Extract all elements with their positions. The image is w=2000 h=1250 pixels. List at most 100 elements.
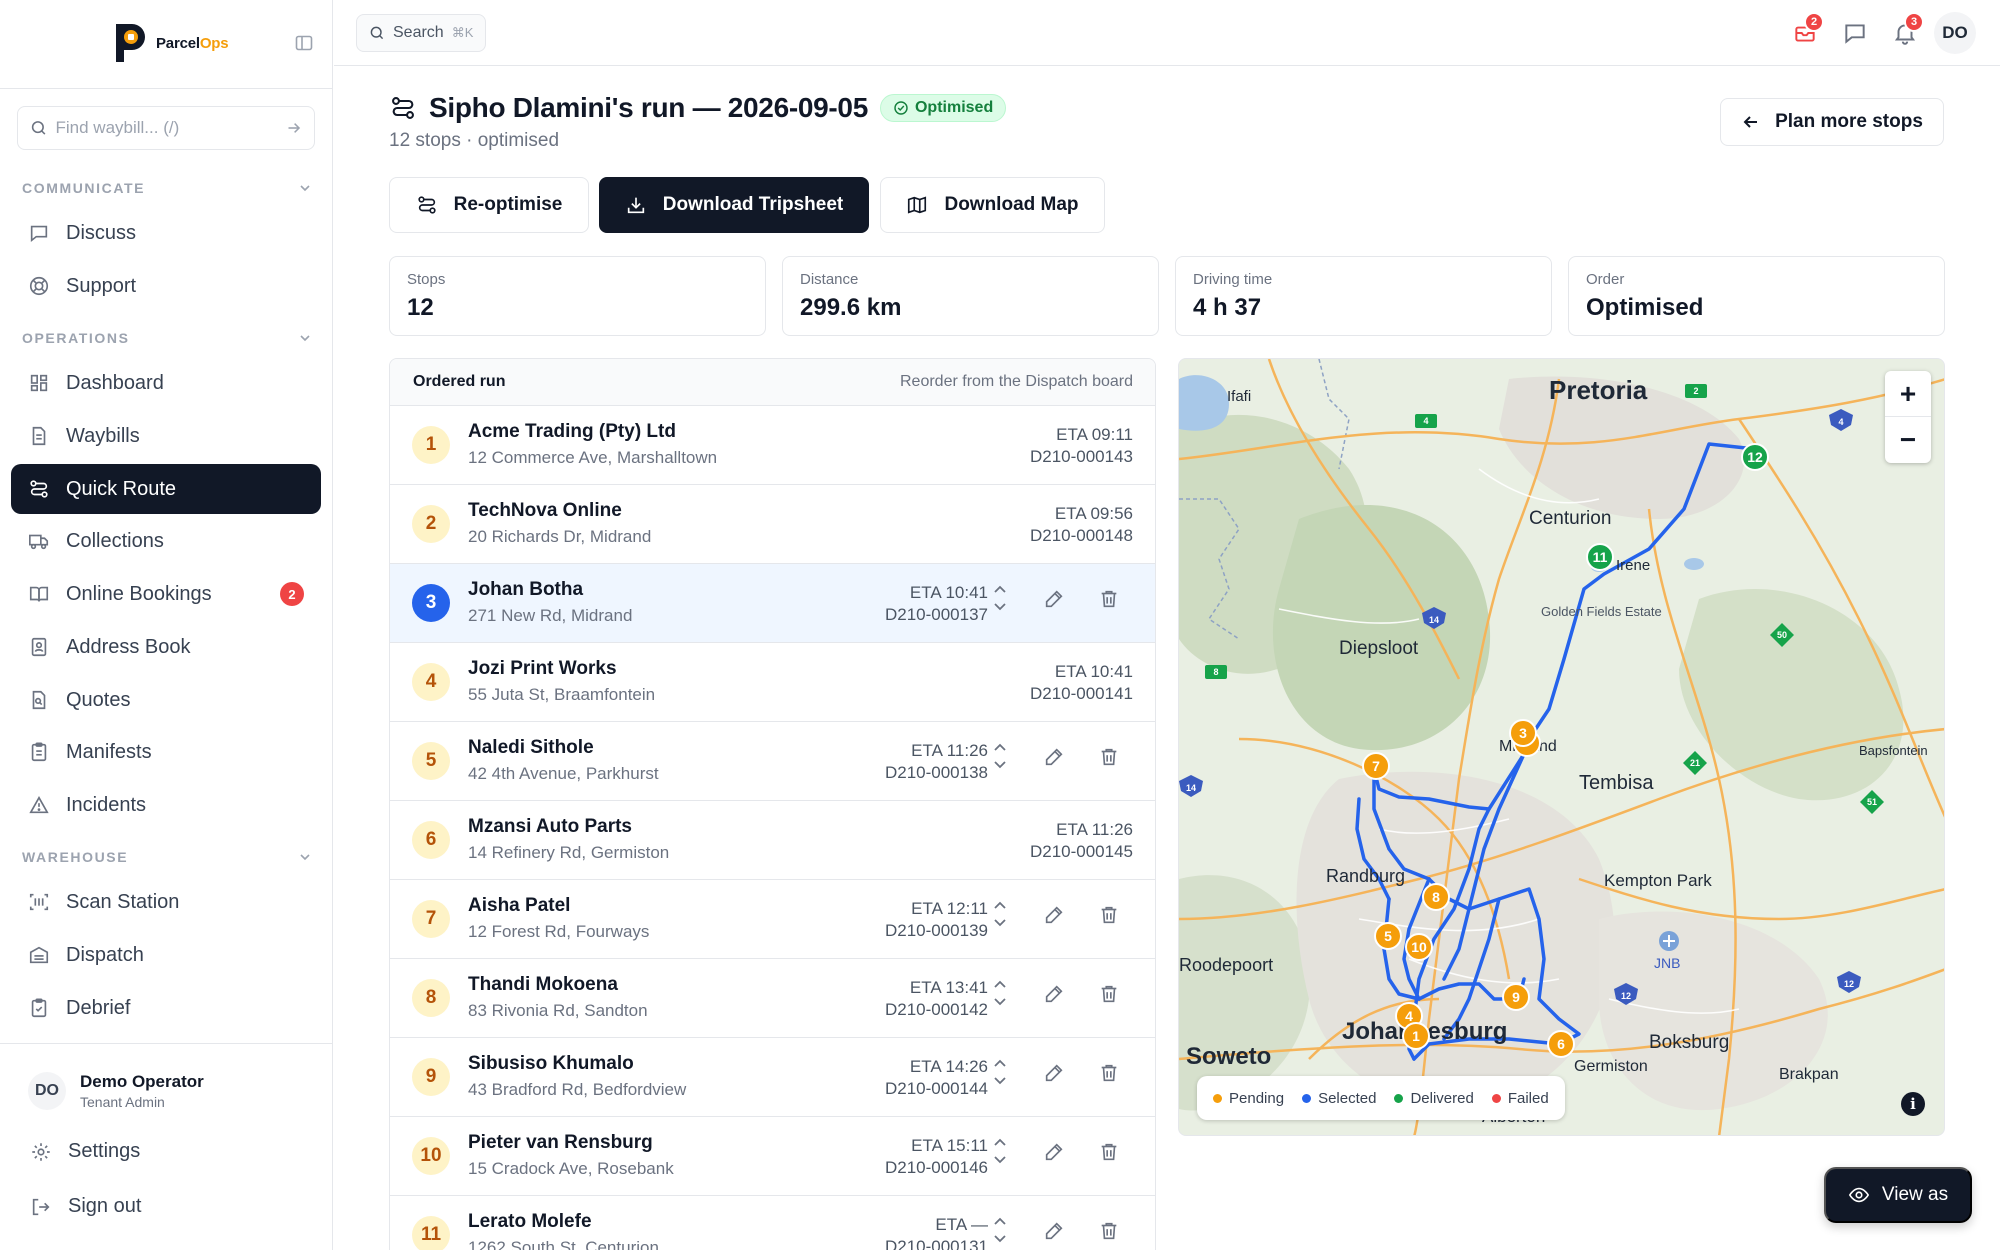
stop-name: Johan Botha [468,579,584,600]
settings-link[interactable]: Settings [30,1140,140,1163]
chevron-down-icon[interactable] [990,600,1010,614]
chevron-down-icon[interactable] [990,1153,1010,1167]
chevron-up-icon[interactable] [990,582,1010,596]
table-row[interactable]: 4 Jozi Print Works 55 Juta St, Braamfontei… [390,643,1155,722]
sidebar-collapse-icon[interactable] [294,33,314,53]
sidebar-item-support[interactable]: Support [11,261,321,311]
stop-marker-6[interactable]: 6 [1547,1030,1575,1058]
pencil-icon[interactable] [1043,746,1065,768]
table-row[interactable]: 1 Acme Trading (Pty) Ltd 12 Commerce Ave, … [390,406,1155,485]
table-row[interactable]: 8 Thandi Mokoena 83 Rivonia Rd, Sandton ETA… [390,959,1155,1038]
download-map-button[interactable]: Download Map [880,177,1105,233]
table-row[interactable]: 6 Mzansi Auto Parts 14 Refinery Rd, Germis… [390,801,1155,880]
plan-more-stops-button[interactable]: Plan more stops [1720,98,1944,146]
table-row[interactable]: 7 Aisha Patel 12 Forest Rd, Fourways ETA 12… [390,880,1155,959]
avatar[interactable]: DO [1934,12,1976,54]
chevron-up-icon[interactable] [990,1214,1010,1228]
stop-marker-5[interactable]: 5 [1374,922,1402,950]
download-icon [627,197,644,214]
pencil-icon[interactable] [1043,1220,1065,1242]
sidebar-item-incidents[interactable]: Incidents [11,780,321,830]
sidebar-item-address-book[interactable]: Address Book [11,622,321,672]
chevron-up-icon[interactable] [990,1135,1010,1149]
chevron-up-icon[interactable] [990,977,1010,991]
find-waybill-input[interactable] [55,118,277,138]
stop-marker-12[interactable]: 12 [1741,443,1769,471]
stop-marker-3[interactable]: 3 [1509,719,1537,747]
map-attribution-info-icon[interactable]: i [1901,1092,1925,1116]
stop-number: 1 [412,426,450,464]
sidebar-item-discuss[interactable]: Discuss [11,208,321,258]
chevron-up-icon[interactable] [990,1056,1010,1070]
trash-icon[interactable] [1098,1141,1120,1163]
sidebar-item-debrief[interactable]: Debrief [11,983,321,1033]
check-circle-icon [894,101,908,115]
chevron-up-icon[interactable] [990,740,1010,754]
sidebar-item-scan-station[interactable]: Scan Station [11,877,321,927]
search-label: Search [393,24,444,41]
pencil-icon[interactable] [1043,588,1065,610]
arrow-left-icon [1743,116,1758,128]
sidebar-item-online-bookings[interactable]: Online Bookings 2 [11,569,321,619]
stop-marker-7[interactable]: 7 [1362,752,1390,780]
section-warehouse[interactable]: WAREHOUSE [22,849,312,865]
section-operations[interactable]: OPERATIONS [22,330,312,346]
stat-label: Order [1586,271,1625,288]
global-search-button[interactable]: Search ⌘K [356,14,487,52]
stop-marker-9[interactable]: 9 [1502,983,1530,1011]
page-subtitle: 12 stops · optimised [389,130,560,151]
download-tripsheet-button[interactable]: Download Tripsheet [599,177,869,233]
stop-marker-8[interactable]: 8 [1422,883,1450,911]
stop-marker-10[interactable]: 10 [1405,933,1433,961]
route-map[interactable]: 4 2 8 4 14 14 12 12 50 21 51 Pretoria Ce… [1178,358,1945,1136]
view-as-button[interactable]: View as [1824,1167,1972,1223]
chevron-down-icon[interactable] [990,758,1010,772]
trash-icon[interactable] [1098,588,1120,610]
trash-icon[interactable] [1098,1062,1120,1084]
sidebar-item-waybills[interactable]: Waybills [11,411,321,461]
trash-icon[interactable] [1098,983,1120,1005]
table-row[interactable]: 5 Naledi Sithole 42 4th Avenue, Parkhurst E… [390,722,1155,801]
pencil-icon[interactable] [1043,1141,1065,1163]
sidebar-item-collections[interactable]: Collections [11,516,321,566]
trash-icon[interactable] [1098,746,1120,768]
sidebar-item-quick-route[interactable]: Quick Route [11,464,321,514]
chevron-down-icon[interactable] [990,916,1010,930]
pencil-icon[interactable] [1043,983,1065,1005]
stop-eta: ETA 12:11 [911,899,988,918]
legend-delivered: Delivered [1394,1090,1474,1107]
stop-meta: ETA 11:26 D210-000138 [885,740,988,784]
table-row[interactable]: 2 TechNova Online 20 Richards Dr, Midrand E… [390,485,1155,564]
reoptimise-button[interactable]: Re-optimise [389,177,589,233]
chevron-down-icon[interactable] [990,995,1010,1009]
svg-text:12: 12 [1621,991,1631,1001]
table-row[interactable]: 9 Sibusiso Khumalo 43 Bradford Rd, Bedford… [390,1038,1155,1117]
zoom-out-button[interactable]: − [1885,417,1931,463]
table-row[interactable]: 11 Lerato Molefe 1262 South St, Centurion E… [390,1196,1155,1250]
table-row[interactable]: 10 Pieter van Rensburg 15 Cradock Ave, Ros… [390,1117,1155,1196]
section-communicate[interactable]: COMMUNICATE [22,180,312,196]
sign-out-link[interactable]: Sign out [30,1195,141,1218]
chevron-down-icon[interactable] [990,1232,1010,1246]
stop-marker-11[interactable]: 11 [1586,543,1614,571]
sidebar-item-quotes[interactable]: Quotes [11,675,321,725]
pencil-icon[interactable] [1043,904,1065,926]
trash-icon[interactable] [1098,1220,1120,1242]
find-waybill-field[interactable] [17,106,315,150]
zoom-in-button[interactable]: + [1885,371,1931,417]
stop-marker-1[interactable]: 1 [1402,1022,1430,1050]
arrow-right-icon[interactable] [285,119,303,137]
user-profile[interactable]: DO Demo Operator Tenant Admin [28,1072,204,1110]
table-row[interactable]: 3 Johan Botha 271 New Rd, Midrand ETA 10:41… [390,564,1155,643]
sidebar-item-dispatch[interactable]: Dispatch [11,930,321,980]
sidebar-item-dashboard[interactable]: Dashboard [11,358,321,408]
chat-icon[interactable] [1842,20,1868,46]
map-canvas[interactable]: 4 2 8 4 14 14 12 12 50 21 51 Pretoria Ce… [1179,359,1945,1136]
sidebar-item-manifests[interactable]: Manifests [11,727,321,777]
chevron-up-icon[interactable] [990,898,1010,912]
stop-number: 9 [412,1058,450,1096]
chevron-down-icon[interactable] [990,1074,1010,1088]
pencil-icon[interactable] [1043,1062,1065,1084]
brand-logo[interactable]: ParcelOps [110,20,229,66]
trash-icon[interactable] [1098,904,1120,926]
